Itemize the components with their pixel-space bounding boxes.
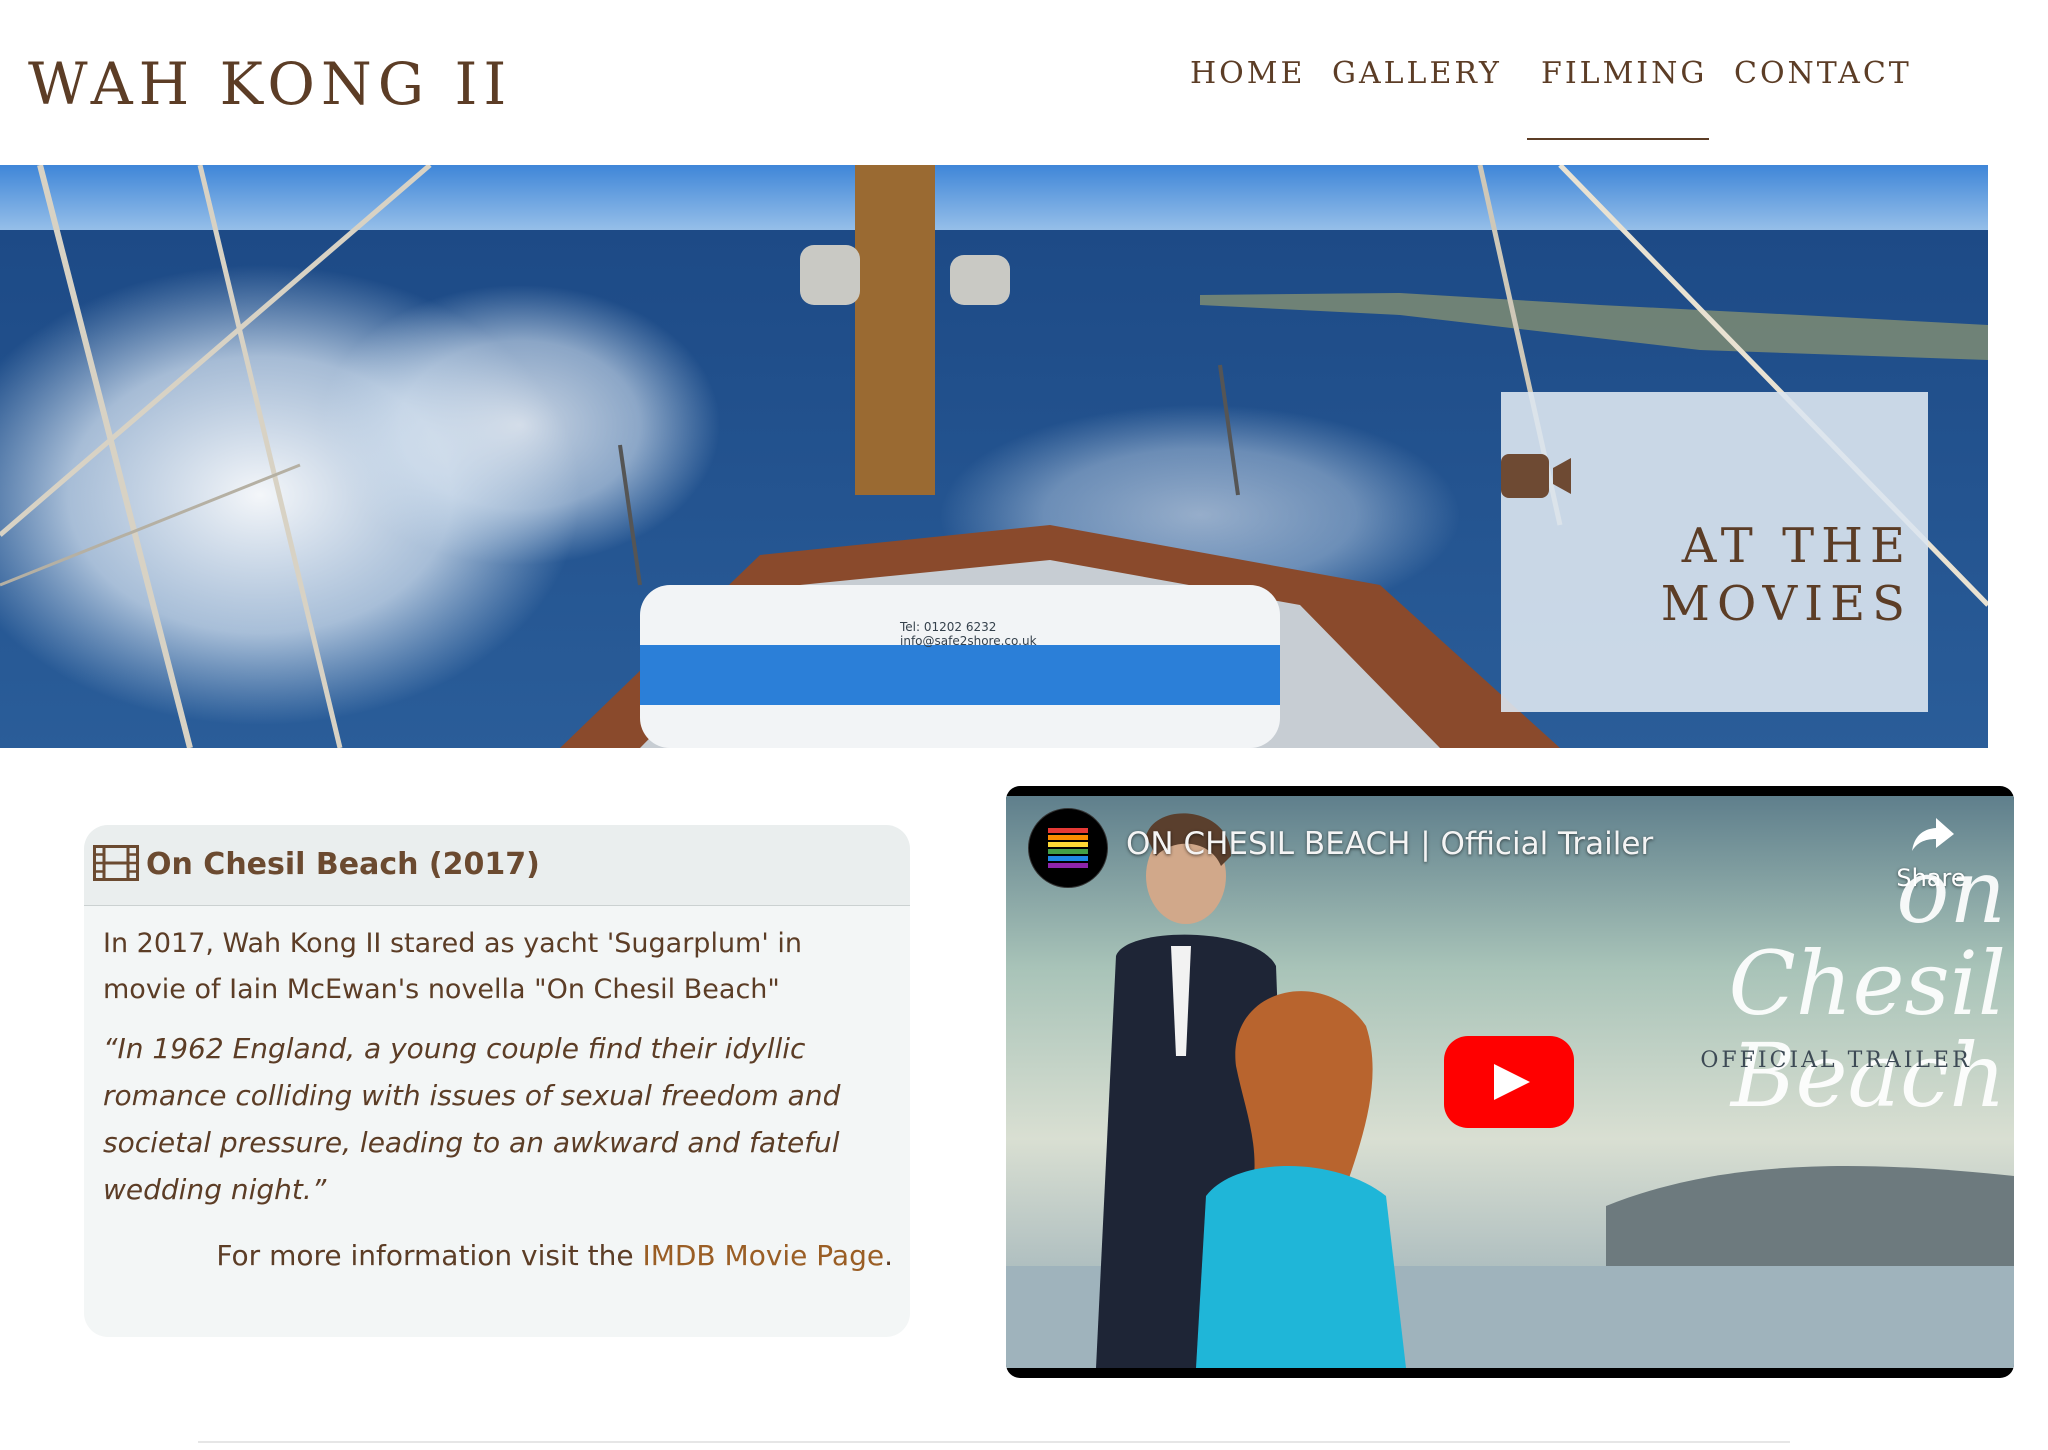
nav-home[interactable]: HOME xyxy=(1190,56,1305,91)
video-title[interactable]: ON CHESIL BEACH | Official Trailer xyxy=(1126,826,1653,862)
nav-contact[interactable]: CONTACT xyxy=(1734,56,1912,91)
channel-logo-icon xyxy=(1048,828,1088,868)
hero-heading: AT THE MOVIES xyxy=(1660,518,1912,632)
movie-info-card: On Chesil Beach (2017) In 2017, Wah Kong… xyxy=(84,825,910,1337)
nav-filming[interactable]: FILMING xyxy=(1541,56,1707,91)
movie-info-header: On Chesil Beach (2017) xyxy=(84,825,910,906)
more-info-suffix: . xyxy=(884,1239,893,1272)
movie-title: On Chesil Beach (2017) xyxy=(146,847,540,882)
hero-banner: Tel: 01202 6232 info@safe2shore.co.uk AT… xyxy=(0,165,1988,748)
youtube-embed[interactable]: ON CHESIL BEACH | Official Trailer Share… xyxy=(1006,786,2014,1378)
liferaft-label: Tel: 01202 6232 info@safe2shore.co.uk xyxy=(900,620,1037,648)
poster-title: on Chesil Beach xyxy=(1728,840,2006,1127)
movie-info-body: In 2017, Wah Kong II stared as yacht 'Su… xyxy=(103,921,893,1272)
video-camera-icon xyxy=(1501,454,1571,498)
play-triangle-icon xyxy=(1494,1064,1530,1100)
site-title[interactable]: WAH KONG II xyxy=(28,50,512,118)
film-strip-icon xyxy=(93,845,139,881)
imdb-link[interactable]: IMDB Movie Page xyxy=(642,1239,884,1272)
channel-avatar[interactable] xyxy=(1028,808,1108,888)
more-info-prefix: For more information visit the xyxy=(216,1239,643,1272)
nav-active-underline xyxy=(1527,138,1709,140)
footer-divider xyxy=(198,1441,1790,1443)
poster-subtitle: OFFICIAL TRAILER xyxy=(1700,1048,1972,1073)
nav-gallery[interactable]: GALLERY xyxy=(1332,56,1502,91)
more-info: For more information visit the IMDB Movi… xyxy=(103,1239,893,1272)
movie-intro: In 2017, Wah Kong II stared as yacht 'Su… xyxy=(103,928,802,1005)
youtube-play-icon[interactable] xyxy=(1444,1036,1574,1128)
movie-quote: “In 1962 England, a young couple find th… xyxy=(103,1032,841,1206)
hero-card: AT THE MOVIES xyxy=(1501,392,1928,712)
